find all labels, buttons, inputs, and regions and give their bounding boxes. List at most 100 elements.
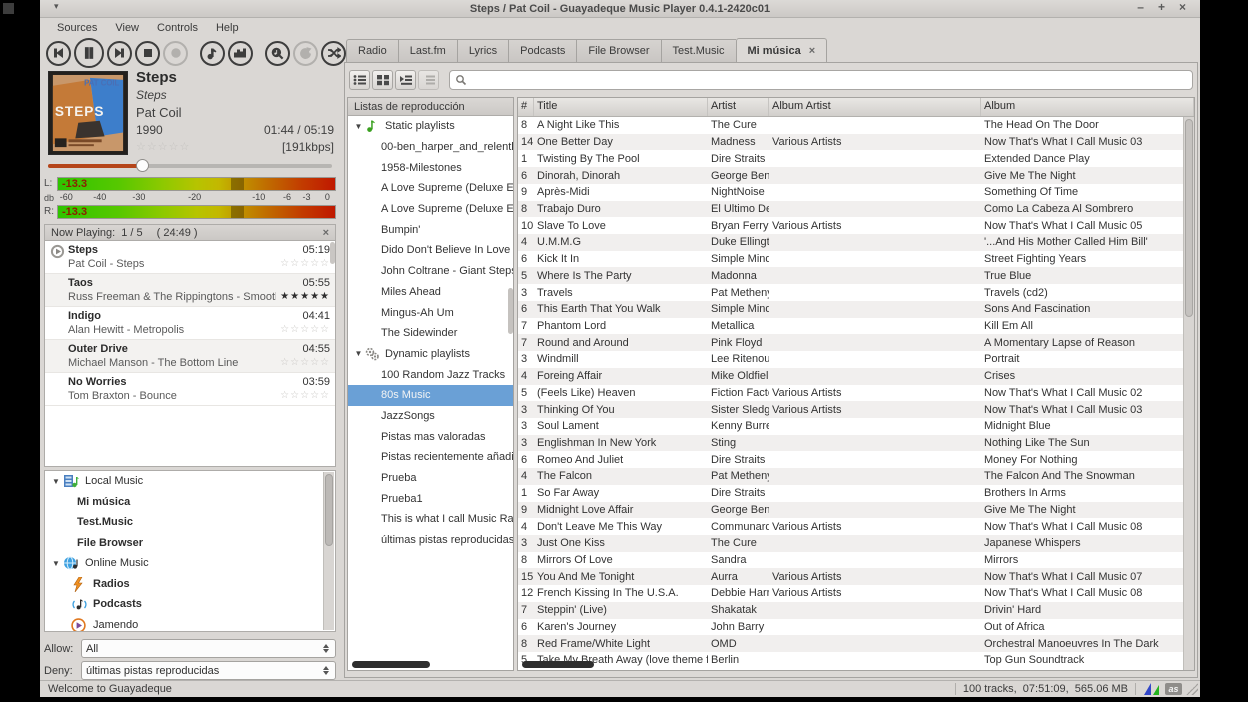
- table-row[interactable]: 7Round and AroundPink FloydA Momentary L…: [518, 334, 1183, 351]
- star-icon[interactable]: ☆: [320, 357, 330, 368]
- table-row[interactable]: 6This Earth That You WalkSimple MindsSon…: [518, 301, 1183, 318]
- pause-button[interactable]: [74, 38, 104, 68]
- sidebar-item-jamendo[interactable]: Jamendo: [45, 615, 335, 633]
- star-icon[interactable]: ★: [320, 291, 330, 302]
- now-playing-item[interactable]: IndigoAlan Hewitt - Metropolis04:41☆☆☆☆☆: [45, 307, 335, 340]
- sidebar-item-online-music[interactable]: ▼Online Music: [45, 553, 335, 574]
- table-row[interactable]: 8A Night Like ThisThe CureThe Head On Th…: [518, 117, 1183, 134]
- track-table-header[interactable]: #TitleArtistAlbum ArtistAlbum: [518, 98, 1194, 117]
- now-playing-item-rating[interactable]: ☆☆☆☆☆: [280, 257, 330, 271]
- playlist-item[interactable]: ▼Static playlists: [348, 116, 513, 137]
- table-row[interactable]: 3Soul LamentKenny BurrellMidnight Blue: [518, 418, 1183, 435]
- expander-icon[interactable]: ▼: [49, 477, 63, 486]
- table-row[interactable]: 5Where Is The PartyMadonnaTrue Blue: [518, 267, 1183, 284]
- table-row[interactable]: 5Take My Breath Away (love theme frorBer…: [518, 652, 1183, 669]
- search-input[interactable]: [467, 74, 1187, 86]
- table-row[interactable]: 6Romeo And JulietDire StraitsMoney For N…: [518, 451, 1183, 468]
- audioscrobbler-badge[interactable]: as: [1165, 683, 1182, 695]
- table-row[interactable]: 9Après-MidiNightNoiseSomething Of Time: [518, 184, 1183, 201]
- playlist-item[interactable]: Mingus-Ah Um: [348, 302, 513, 323]
- album-list-view-button[interactable]: [349, 70, 370, 90]
- table-row[interactable]: 5(Feels Like) HeavenFiction FactorVariou…: [518, 385, 1183, 402]
- tab-file-browser[interactable]: File Browser: [576, 39, 660, 63]
- table-row[interactable]: 12French Kissing In The U.S.A.Debbie Har…: [518, 585, 1183, 602]
- table-row[interactable]: 15You And Me TonightAurraVarious Artists…: [518, 568, 1183, 585]
- now-playing-item-rating[interactable]: ★★★★★: [280, 290, 330, 304]
- playlist-item[interactable]: últimas pistas reproducidas: [348, 530, 513, 551]
- table-row[interactable]: 4U.M.M.GDuke Ellingto'...And His Mother …: [518, 234, 1183, 251]
- allow-filter-select[interactable]: All: [81, 639, 336, 658]
- star-icon[interactable]: ☆: [180, 141, 191, 153]
- star-icon[interactable]: ☆: [300, 357, 310, 368]
- tab-podcasts[interactable]: Podcasts: [508, 39, 576, 63]
- star-icon[interactable]: ☆: [290, 390, 300, 401]
- playlist-item[interactable]: Pistas mas valoradas: [348, 426, 513, 447]
- tab-radio[interactable]: Radio: [346, 39, 398, 63]
- column-header-artist[interactable]: Artist: [708, 98, 769, 116]
- now-playing-item-rating[interactable]: ☆☆☆☆☆: [280, 389, 330, 403]
- covers-view-button[interactable]: [372, 70, 393, 90]
- star-icon[interactable]: ☆: [280, 258, 290, 269]
- search-box[interactable]: [449, 70, 1193, 90]
- star-icon[interactable]: ☆: [320, 258, 330, 269]
- table-row[interactable]: 3Thinking Of YouSister SledgeVarious Art…: [518, 401, 1183, 418]
- now-playing-item-rating[interactable]: ☆☆☆☆☆: [280, 323, 330, 337]
- playlists-hscrollbar[interactable]: [352, 661, 430, 668]
- star-icon[interactable]: ☆: [280, 390, 290, 401]
- resize-grip[interactable]: [1186, 683, 1198, 695]
- table-row[interactable]: 6Karen's JourneyJohn BarryOut of Africa: [518, 619, 1183, 636]
- now-playing-scrollbar[interactable]: [330, 242, 335, 264]
- progress-handle[interactable]: [136, 159, 149, 172]
- menu-help[interactable]: Help: [207, 20, 248, 36]
- star-icon[interactable]: ☆: [290, 357, 300, 368]
- tab-lyrics[interactable]: Lyrics: [457, 39, 508, 63]
- playlist-item[interactable]: 80s Music: [348, 385, 513, 406]
- star-icon[interactable]: ★: [310, 291, 320, 302]
- table-row[interactable]: 1So Far AwayDire StraitsBrothers In Arms: [518, 485, 1183, 502]
- table-row[interactable]: 4Don't Leave Me This WayCommunardsVariou…: [518, 518, 1183, 535]
- tab-test-music[interactable]: Test.Music: [661, 39, 736, 63]
- expander-icon[interactable]: ▼: [352, 349, 365, 358]
- table-row[interactable]: 3WindmillLee RitenourPortrait: [518, 351, 1183, 368]
- table-row[interactable]: 4Foreing AffairMike OldfieldCrises: [518, 368, 1183, 385]
- playlist-item[interactable]: Prueba: [348, 468, 513, 489]
- track-table-vscrollbar[interactable]: [1183, 117, 1194, 670]
- playlist-item[interactable]: Dido Don't Believe In Love Lista: [348, 240, 513, 261]
- table-row[interactable]: 6Kick It InSimple MindsStreet Fighting Y…: [518, 251, 1183, 268]
- star-icon[interactable]: ☆: [310, 390, 320, 401]
- title-bar[interactable]: ▾ Steps / Pat Coil - Guayadeque Music Pl…: [40, 0, 1200, 18]
- star-icon[interactable]: ☆: [169, 141, 180, 153]
- table-row[interactable]: 4The FalconPat Metheny (The Falcon And T…: [518, 468, 1183, 485]
- playlist-item[interactable]: 00-ben_harper_and_relentless7: [348, 137, 513, 158]
- star-icon[interactable]: ☆: [310, 258, 320, 269]
- column-header-album[interactable]: Album: [981, 98, 1194, 116]
- star-icon[interactable]: ★: [290, 291, 300, 302]
- previous-button[interactable]: [46, 41, 71, 66]
- playlist-item[interactable]: A Love Supreme (Deluxe Editio: [348, 199, 513, 220]
- sidebar-item-podcasts[interactable]: Podcasts: [45, 594, 335, 615]
- shuffle-button[interactable]: [321, 41, 346, 66]
- table-row[interactable]: 8Mirrors Of LoveSandraMirrors: [518, 552, 1183, 569]
- playlist-item[interactable]: John Coltrane - Giant Steps: [348, 261, 513, 282]
- tab-close-icon[interactable]: ×: [809, 45, 815, 57]
- playlist-item[interactable]: The Sidewinder: [348, 323, 513, 344]
- sidebar-item-mi-m-sica[interactable]: Mi música: [45, 492, 335, 513]
- table-row[interactable]: 3TravelsPat MethenyTravels (cd2): [518, 284, 1183, 301]
- sources-tree-scrollbar-thumb[interactable]: [325, 474, 333, 546]
- star-icon[interactable]: ★: [280, 291, 290, 302]
- star-icon[interactable]: ☆: [320, 324, 330, 335]
- now-playing-item-rating[interactable]: ☆☆☆☆☆: [280, 356, 330, 370]
- playlist-item[interactable]: Pistas recientemente añadidas: [348, 447, 513, 468]
- spinner-icon[interactable]: [323, 644, 331, 653]
- now-playing-item[interactable]: StepsPat Coil - Steps05:19☆☆☆☆☆: [45, 241, 335, 274]
- star-icon[interactable]: ☆: [300, 324, 310, 335]
- track-rating-stars[interactable]: ☆☆☆☆☆: [136, 139, 190, 156]
- star-icon[interactable]: ☆: [290, 258, 300, 269]
- menu-sources[interactable]: Sources: [48, 20, 106, 36]
- now-playing-item[interactable]: TaosRuss Freeman & The Rippingtons - Smo…: [45, 274, 335, 307]
- stop-button[interactable]: [135, 41, 160, 66]
- table-row[interactable]: 1Twisting By The PoolDire StraitsExtende…: [518, 150, 1183, 167]
- star-icon[interactable]: ☆: [280, 357, 290, 368]
- table-row[interactable]: 7Phantom LordMetallicaKill Em All: [518, 318, 1183, 335]
- sidebar-item-local-music[interactable]: ▼Local Music: [45, 471, 335, 492]
